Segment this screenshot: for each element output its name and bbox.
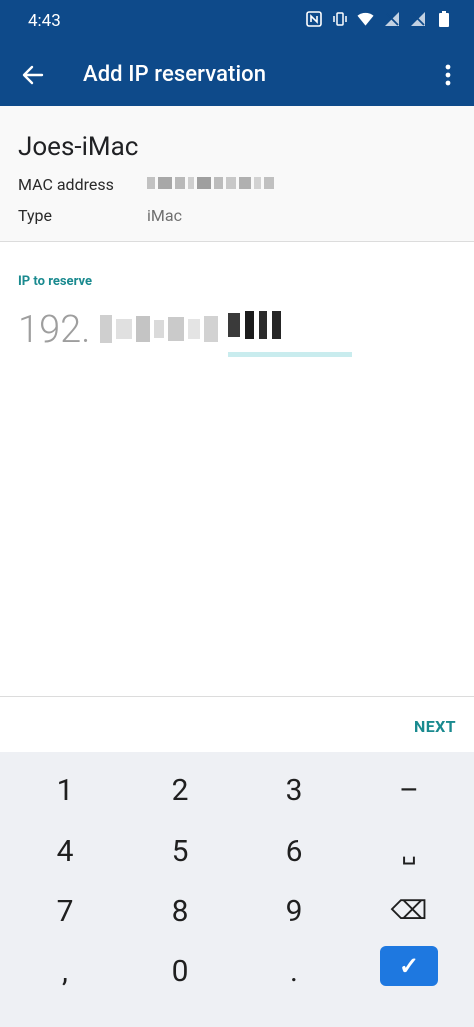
device-info-card: Joes-iMac MAC address Type iMac [0,106,474,242]
arrow-back-icon [22,65,44,85]
check-icon: ✓ [398,952,420,980]
key-0[interactable]: 0 [130,946,230,996]
key-dash[interactable]: – [359,765,459,815]
key-4[interactable]: 4 [15,826,115,876]
ip-field-label: IP to reserve [18,274,92,289]
numeric-keypad: 1 2 3 – 4 5 6 ␣ 7 8 9 ⌫ , 0 . ✓ [0,752,474,1027]
page-title: Add IP reservation [83,62,267,87]
key-6[interactable]: 6 [244,826,344,876]
no-signal-icon [409,10,426,28]
action-bar: NEXT [0,696,474,752]
ip-last-octet-input[interactable] [228,310,281,340]
mac-address-redacted [147,172,274,194]
wifi-icon [357,10,374,28]
status-time: 4:43 [28,11,61,31]
status-bar: 4:43 [0,0,474,44]
nfc-icon [305,10,322,28]
device-name: Joes-iMac [18,132,139,162]
next-button[interactable]: NEXT [414,717,456,736]
status-icons [305,10,452,28]
mac-address-label: MAC address [18,175,114,194]
more-vertical-icon [445,64,451,86]
key-comma[interactable]: , [15,946,115,996]
ip-prefix: 192. [18,308,91,352]
vibrate-icon [331,10,348,28]
app-bar: Add IP reservation [0,44,474,106]
key-space[interactable]: ␣ [359,826,459,876]
type-label: Type [18,206,53,225]
key-3[interactable]: 3 [244,765,344,815]
battery-icon [435,10,452,28]
key-2[interactable]: 2 [130,765,230,815]
enter-button[interactable]: ✓ [380,946,438,986]
key-7[interactable]: 7 [15,886,115,936]
ip-input-underline [228,352,352,357]
ip-middle-octets-redacted [100,312,218,346]
back-button[interactable] [14,56,52,94]
key-period[interactable]: . [244,946,344,996]
key-backspace[interactable]: ⌫ [359,886,459,936]
key-5[interactable]: 5 [130,826,230,876]
more-options-button[interactable] [436,56,460,94]
key-8[interactable]: 8 [130,886,230,936]
type-value: iMac [147,206,182,225]
key-9[interactable]: 9 [244,886,344,936]
no-signal-icon [383,10,400,28]
key-1[interactable]: 1 [15,765,115,815]
